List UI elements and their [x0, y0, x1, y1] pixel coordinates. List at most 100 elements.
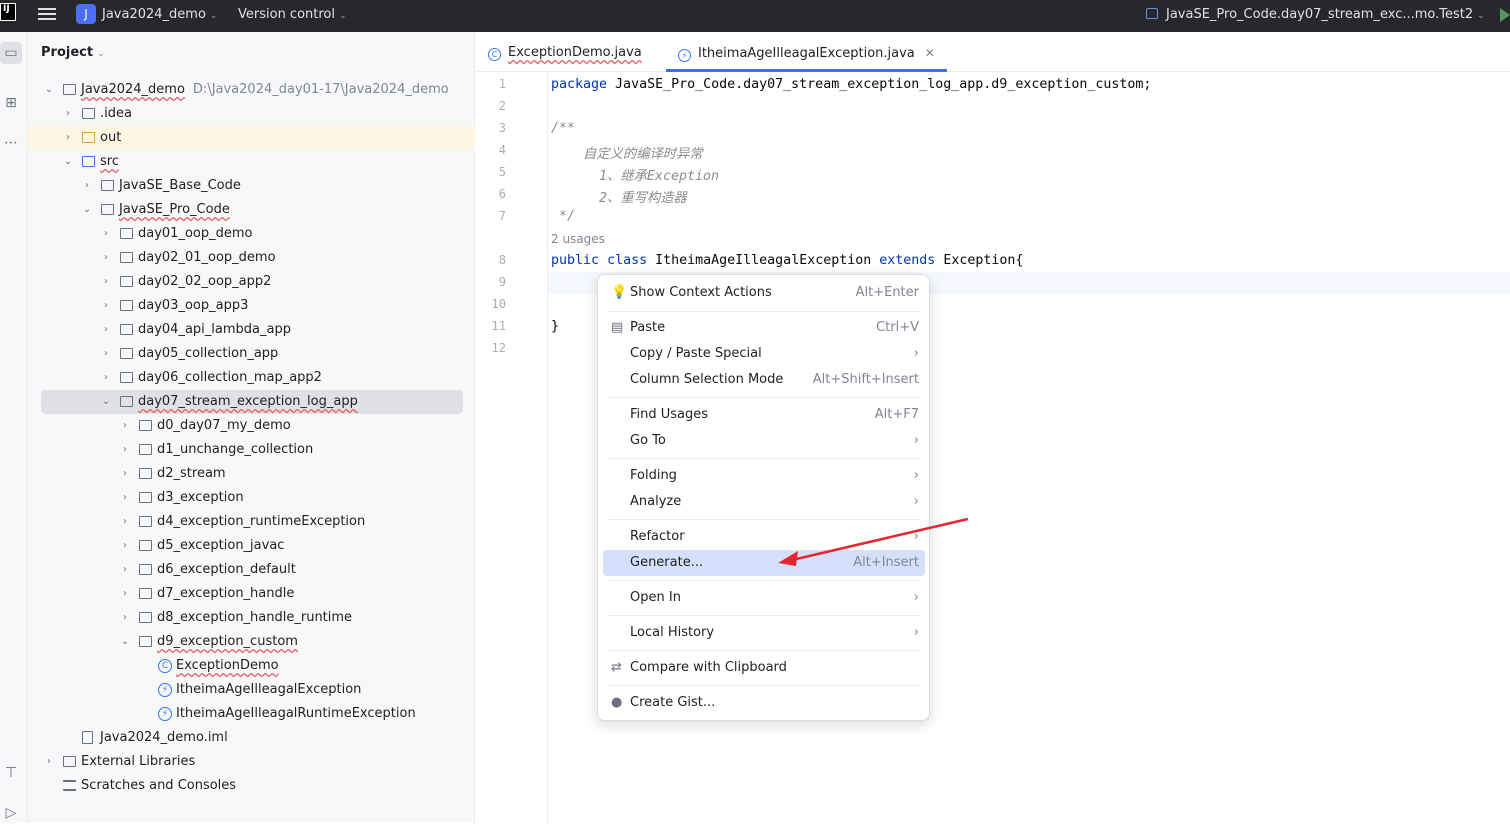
chevron-down-icon[interactable]: ⌄: [81, 198, 93, 222]
package-icon: [139, 516, 152, 527]
tree-row[interactable]: › d3_exception: [28, 486, 475, 510]
menu-item-find-usages[interactable]: Find Usages Alt+F7: [603, 402, 925, 428]
chevron-right-icon[interactable]: ›: [119, 438, 131, 462]
chevron-right-icon[interactable]: ›: [119, 486, 131, 510]
tree-row[interactable]: ⌄ d9_exception_custom: [28, 630, 475, 654]
project-switcher[interactable]: Java2024_demo ⌄: [102, 7, 217, 22]
tree-label: JavaSE_Base_Code: [119, 178, 241, 193]
run-icon[interactable]: [1500, 8, 1510, 22]
tree-row[interactable]: › day02_01_oop_demo: [28, 246, 475, 270]
line-number: 2: [498, 99, 506, 113]
menu-item-copy-paste-special[interactable]: Copy / Paste Special ›: [603, 341, 925, 367]
tree-row[interactable]: › d8_exception_handle_runtime: [28, 606, 475, 630]
chevron-down-icon[interactable]: ⌄: [62, 150, 74, 174]
tree-row[interactable]: Java2024_demo.iml: [28, 726, 475, 750]
tree-row[interactable]: › day01_oop_demo: [28, 222, 475, 246]
tree-row[interactable]: › day04_api_lambda_app: [28, 318, 475, 342]
menu-separator: [608, 580, 920, 581]
menu-item-open-in[interactable]: Open In ›: [603, 585, 925, 611]
chevron-right-icon[interactable]: ›: [43, 750, 55, 774]
chevron-down-icon[interactable]: ⌄: [119, 630, 131, 654]
menu-item-folding[interactable]: Folding ›: [603, 463, 925, 489]
menu-item-shortcut: Alt+Enter: [855, 285, 919, 300]
run-configuration-selector[interactable]: JavaSE_Pro_Code.day07_stream_exc...mo.Te…: [1146, 7, 1485, 22]
tab-itheima-age-illeagal-exception[interactable]: ⚡ ItheimaAgeIlleagalException.java ✕: [666, 32, 947, 72]
chevron-right-icon[interactable]: ›: [100, 342, 112, 366]
tree-row[interactable]: › d4_exception_runtimeException: [28, 510, 475, 534]
tree-row[interactable]: › d0_day07_my_demo: [28, 414, 475, 438]
tree-label: d8_exception_handle_runtime: [157, 610, 353, 625]
tree-row[interactable]: › .idea: [28, 102, 475, 126]
chevron-right-icon[interactable]: ›: [100, 318, 112, 342]
tree-row[interactable]: › day06_collection_map_app2: [28, 366, 475, 390]
tree-row[interactable]: Scratches and Consoles: [28, 774, 475, 798]
build-icon[interactable]: ⊤: [0, 762, 22, 784]
tree-row[interactable]: ⌄ src: [28, 150, 475, 174]
chevron-right-icon[interactable]: ›: [119, 510, 131, 534]
menu-item-column-selection-mode[interactable]: Column Selection Mode Alt+Shift+Insert: [603, 367, 925, 393]
more-icon[interactable]: ⋯: [0, 132, 22, 154]
chevron-right-icon[interactable]: ›: [119, 606, 131, 630]
module-path: D:\Java2024_day01-17\Java2024_demo: [192, 82, 449, 97]
tree-label: d3_exception: [157, 490, 244, 505]
version-control-menu[interactable]: Version control ⌄: [238, 7, 347, 22]
tab-exception-demo[interactable]: C ExceptionDemo.java: [476, 32, 654, 72]
tree-row[interactable]: › day03_oop_app3: [28, 294, 475, 318]
close-icon[interactable]: ✕: [925, 46, 935, 60]
menu-item-compare-with-clipboard[interactable]: ⇄ Compare with Clipboard: [603, 655, 925, 681]
tree-row[interactable]: › day05_collection_app: [28, 342, 475, 366]
chevron-right-icon[interactable]: ›: [81, 174, 93, 198]
chevron-right-icon[interactable]: ›: [100, 366, 112, 390]
tree-row[interactable]: › d7_exception_handle: [28, 582, 475, 606]
tree-row[interactable]: › d2_stream: [28, 462, 475, 486]
menu-item-paste[interactable]: ▤ Paste Ctrl+V: [603, 315, 925, 341]
tree-row[interactable]: › d5_exception_javac: [28, 534, 475, 558]
tree-label: day02_02_oop_app2: [138, 274, 272, 289]
chevron-right-icon[interactable]: ›: [62, 102, 74, 126]
tree-row[interactable]: ⚡ ItheimaAgeIlleagalException: [28, 678, 475, 702]
project-badge[interactable]: J: [76, 4, 96, 24]
menu-item-show-context-actions[interactable]: 💡 Show Context Actions Alt+Enter: [603, 280, 925, 306]
excluded-folder-icon: [82, 132, 95, 143]
usages-hint[interactable]: 2 usages: [551, 232, 605, 246]
tree-row[interactable]: › d6_exception_default: [28, 558, 475, 582]
project-folder-icon[interactable]: ▭: [0, 42, 22, 64]
chevron-right-icon[interactable]: ›: [119, 462, 131, 486]
chevron-down-icon[interactable]: ⌄: [43, 78, 55, 102]
tree-row[interactable]: › day02_02_oop_app2: [28, 270, 475, 294]
run-tool-icon[interactable]: ▷: [0, 802, 22, 824]
menu-item-create-gist[interactable]: ● Create Gist...: [603, 690, 925, 716]
chevron-right-icon[interactable]: ›: [100, 246, 112, 270]
menu-item-label: Paste: [630, 320, 666, 335]
chevron-right-icon[interactable]: ›: [100, 294, 112, 318]
tree-row[interactable]: ⌄ JavaSE_Pro_Code: [28, 198, 475, 222]
chevron-right-icon[interactable]: ›: [119, 558, 131, 582]
tree-row[interactable]: ⚡ ItheimaAgeIlleagalRuntimeException: [28, 702, 475, 726]
menu-item-refactor[interactable]: Refactor ›: [603, 524, 925, 550]
tree-label: d6_exception_default: [157, 562, 296, 577]
chevron-right-icon[interactable]: ›: [62, 126, 74, 150]
chevron-right-icon[interactable]: ›: [119, 534, 131, 558]
tree-row-selected[interactable]: ⌄ day07_stream_exception_log_app: [41, 390, 463, 414]
project-panel-header[interactable]: Project ⌄: [41, 45, 105, 60]
tree-row[interactable]: › out: [28, 126, 475, 150]
menu-item-local-history[interactable]: Local History ›: [603, 620, 925, 646]
structure-icon[interactable]: ⊞: [0, 92, 22, 114]
menu-item-analyze[interactable]: Analyze ›: [603, 489, 925, 515]
menu-item-generate[interactable]: Generate... Alt+Insert: [603, 550, 925, 576]
main-menu-icon[interactable]: [38, 5, 56, 25]
menu-separator: [608, 397, 920, 398]
chevron-down-icon[interactable]: ⌄: [100, 390, 112, 414]
line-number: 7: [498, 209, 506, 223]
chevron-right-icon[interactable]: ›: [119, 582, 131, 606]
tree-row[interactable]: › External Libraries: [28, 750, 475, 774]
tree-row[interactable]: C ExceptionDemo: [28, 654, 475, 678]
chevron-right-icon[interactable]: ›: [100, 270, 112, 294]
chevron-right-icon[interactable]: ›: [100, 222, 112, 246]
tree-row[interactable]: › d1_unchange_collection: [28, 438, 475, 462]
tree-row[interactable]: › JavaSE_Base_Code: [28, 174, 475, 198]
chevron-right-icon[interactable]: ›: [119, 414, 131, 438]
tree-row[interactable]: ⌄ Java2024_demo D:\Java2024_day01-17\Java2…: [28, 78, 475, 102]
menu-item-go-to[interactable]: Go To ›: [603, 428, 925, 454]
menu-item-label: Folding: [630, 468, 677, 483]
